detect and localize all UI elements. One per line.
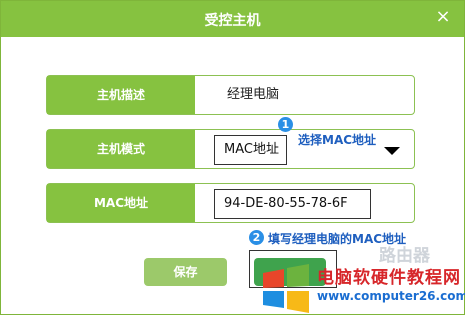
watermark-url: www.computer26.com bbox=[317, 289, 465, 303]
host-mode-label: 主机模式 bbox=[47, 130, 195, 168]
watermark-site-name: 电脑软硬件教程网 bbox=[317, 268, 461, 288]
step1-badge: 1 bbox=[278, 117, 293, 132]
controlled-host-dialog: 受控主机 × 主机描述 经理电脑 主机模式 MAC地址 MAC地址 94-DE-… bbox=[0, 0, 465, 315]
dialog-titlebar: 受控主机 × bbox=[1, 1, 464, 37]
save-button[interactable]: 保存 bbox=[144, 258, 227, 286]
dropdown-caret-icon[interactable] bbox=[384, 147, 400, 155]
host-description-row: 主机描述 经理电脑 bbox=[46, 75, 415, 115]
dialog-title: 受控主机 bbox=[204, 13, 261, 29]
windows-logo-icon bbox=[263, 264, 309, 313]
mac-address-input[interactable]: 94-DE-80-55-78-6F bbox=[214, 189, 371, 219]
host-description-label: 主机描述 bbox=[47, 76, 195, 114]
host-description-field[interactable]: 经理电脑 bbox=[227, 76, 279, 114]
host-mode-select[interactable]: MAC地址 bbox=[214, 135, 287, 165]
step2-badge: 2 bbox=[249, 230, 264, 245]
mac-address-label: MAC地址 bbox=[47, 184, 195, 222]
step1-annotation: 选择MAC地址 bbox=[298, 133, 377, 147]
close-icon[interactable]: × bbox=[434, 8, 452, 26]
